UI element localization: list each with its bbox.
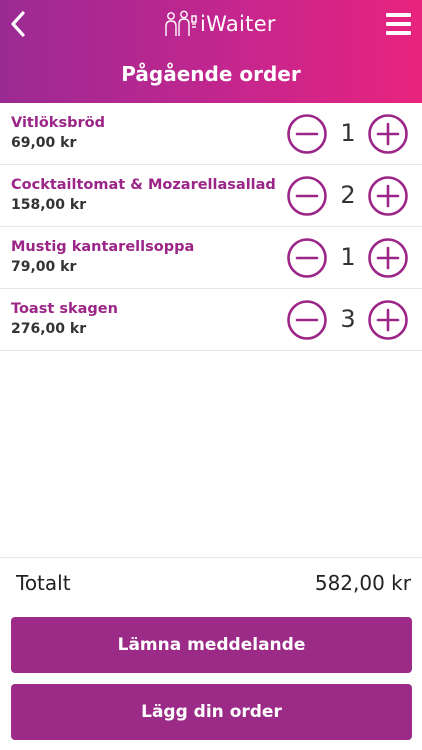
- list-item: Cocktailtomat & Mozarellasallad 158,00 k…: [0, 165, 422, 227]
- list-item: Mustig kantarellsoppa 79,00 kr 1: [0, 227, 422, 289]
- minus-circle-icon: [287, 176, 327, 216]
- leave-message-button[interactable]: Lämna meddelande: [11, 617, 412, 673]
- item-price: 276,00 kr: [11, 321, 87, 337]
- divider: [0, 557, 422, 558]
- item-price: 69,00 kr: [11, 135, 77, 151]
- plus-circle-icon: [368, 300, 408, 340]
- back-button[interactable]: [8, 9, 30, 39]
- quantity-value: 2: [340, 181, 356, 209]
- app-logo: iWaiter: [163, 9, 276, 39]
- minus-circle-icon: [287, 114, 327, 154]
- chevron-left-icon: [11, 11, 25, 37]
- list-item: Vitlöksbröd 69,00 kr 1: [0, 103, 422, 165]
- item-name: Mustig kantarellsoppa: [11, 239, 195, 255]
- app-name: iWaiter: [200, 12, 276, 36]
- decrease-quantity-button[interactable]: [287, 300, 327, 340]
- total-label: Totalt: [16, 571, 71, 595]
- quantity-value: 1: [340, 119, 356, 147]
- page-title: Pågående order: [121, 62, 301, 86]
- minus-circle-icon: [287, 238, 327, 278]
- list-item: Toast skagen 276,00 kr 3: [0, 289, 422, 351]
- item-price: 79,00 kr: [11, 259, 77, 275]
- decrease-quantity-button[interactable]: [287, 238, 327, 278]
- plus-circle-icon: [368, 238, 408, 278]
- waiters-logo-icon: [165, 10, 197, 36]
- decrease-quantity-button[interactable]: [287, 176, 327, 216]
- plus-circle-icon: [368, 114, 408, 154]
- minus-circle-icon: [287, 300, 327, 340]
- item-name: Toast skagen: [11, 301, 118, 317]
- place-order-button[interactable]: Lägg din order: [11, 684, 412, 740]
- increase-quantity-button[interactable]: [368, 300, 408, 340]
- increase-quantity-button[interactable]: [368, 238, 408, 278]
- quantity-value: 3: [340, 305, 356, 333]
- total-value: 582,00 kr: [314, 571, 411, 595]
- decrease-quantity-button[interactable]: [287, 114, 327, 154]
- increase-quantity-button[interactable]: [368, 176, 408, 216]
- item-name: Vitlöksbröd: [11, 115, 105, 131]
- app-header: iWaiter Pågående order: [0, 0, 422, 103]
- order-list: Vitlöksbröd 69,00 kr 1 Cocktailtomat & M…: [0, 103, 422, 351]
- menu-button[interactable]: [386, 13, 411, 35]
- quantity-value: 1: [340, 243, 356, 271]
- item-name: Cocktailtomat & Mozarellasallad: [11, 177, 276, 193]
- item-price: 158,00 kr: [11, 197, 87, 213]
- plus-circle-icon: [368, 176, 408, 216]
- increase-quantity-button[interactable]: [368, 114, 408, 154]
